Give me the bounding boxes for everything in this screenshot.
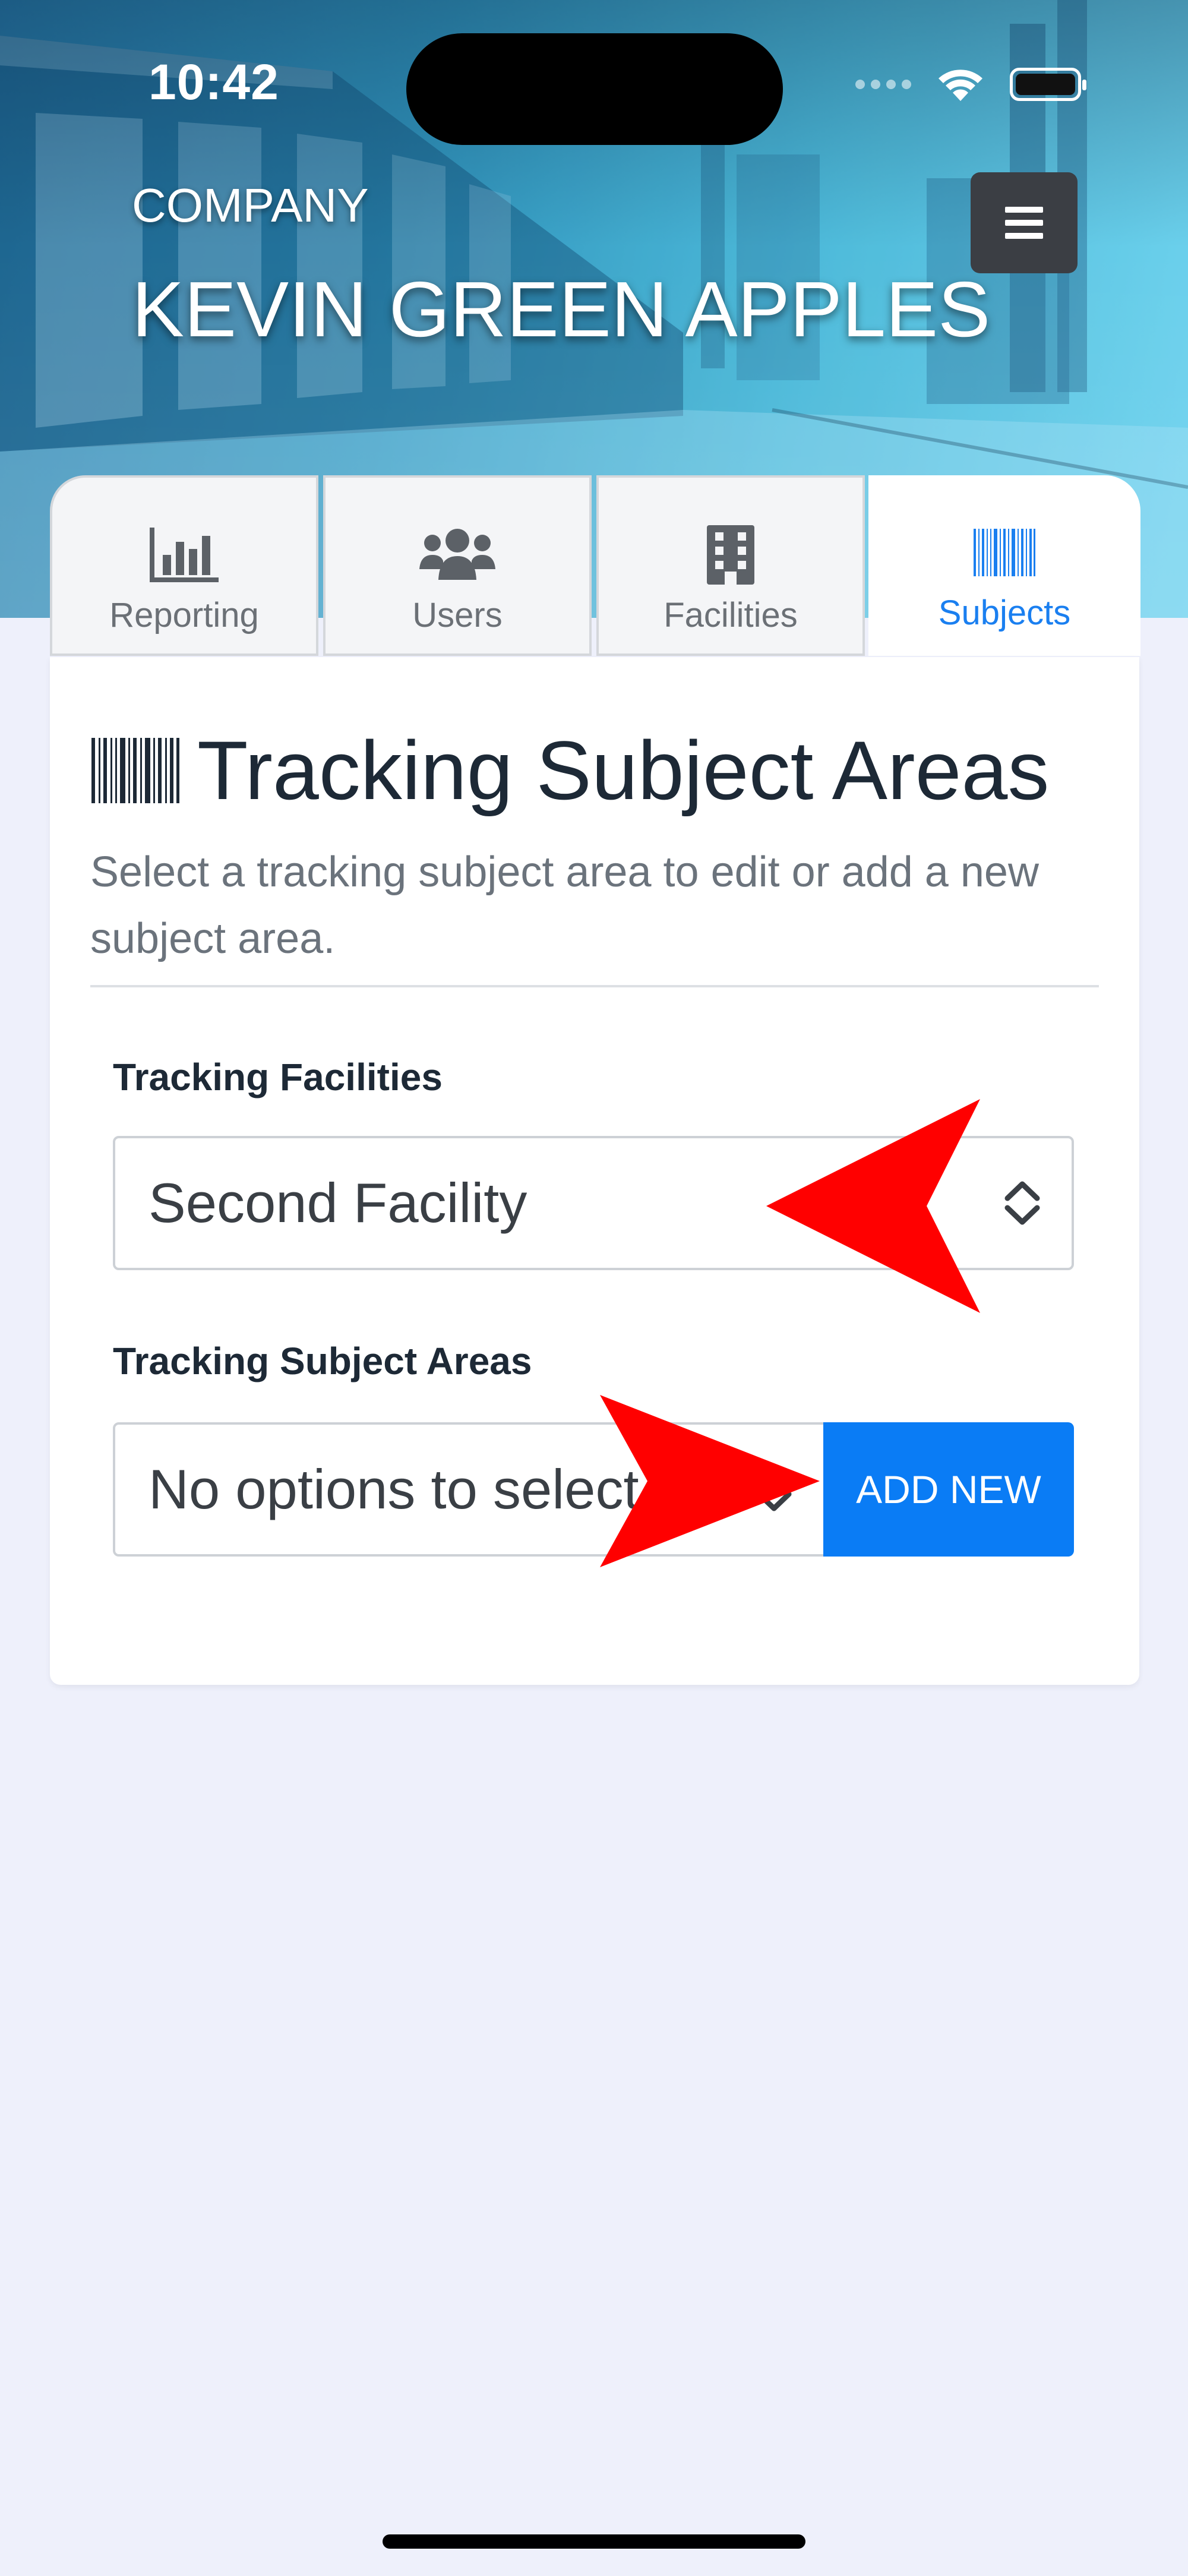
home-indicator [383,2534,805,2549]
annotation-arrow-facilities [766,1099,980,1313]
page-title: Tracking Subject Areas [197,724,1050,817]
company-name: KEVIN GREEN APPLES [132,266,991,353]
tab-bar: Reporting Users Facilities Subjects [50,475,1140,657]
tab-label: Subjects [938,594,1071,632]
page-title-row: Tracking Subject Areas [91,722,1049,819]
tab-subjects[interactable]: Subjects [868,475,1140,656]
cellular-signal-icon [855,80,911,89]
facilities-label: Tracking Facilities [113,1056,443,1098]
bar-chart-icon [150,528,219,582]
tab-users[interactable]: Users [323,475,592,656]
subject-areas-label: Tracking Subject Areas [113,1340,532,1382]
company-label: COMPANY [132,179,369,232]
tab-reporting[interactable]: Reporting [50,475,318,656]
dynamic-island [406,33,783,145]
tab-label: Reporting [109,596,259,634]
status-bar-indicators [855,65,1086,103]
battery-icon [1010,68,1086,101]
annotation-arrow-subject-areas [600,1395,820,1567]
menu-button[interactable] [971,172,1078,273]
chevron-up-down-icon [1004,1181,1040,1225]
add-new-button[interactable]: ADD NEW [823,1422,1074,1557]
hamburger-icon [1005,200,1043,246]
divider [90,985,1099,987]
wifi-icon [939,70,982,101]
users-icon [419,529,495,580]
status-bar-time: 10:42 [148,54,279,110]
page-description: Select a tracking subject area to edit o… [90,848,1039,962]
facilities-select-value: Second Facility [148,1172,527,1234]
tab-label: Facilities [663,596,798,634]
tab-label: Users [412,596,503,634]
subject-areas-select-value: No options to select [148,1458,639,1520]
barcode-icon [974,529,1035,576]
tab-facilities[interactable]: Facilities [596,475,865,656]
building-icon [707,525,754,585]
barcode-icon [91,738,179,803]
